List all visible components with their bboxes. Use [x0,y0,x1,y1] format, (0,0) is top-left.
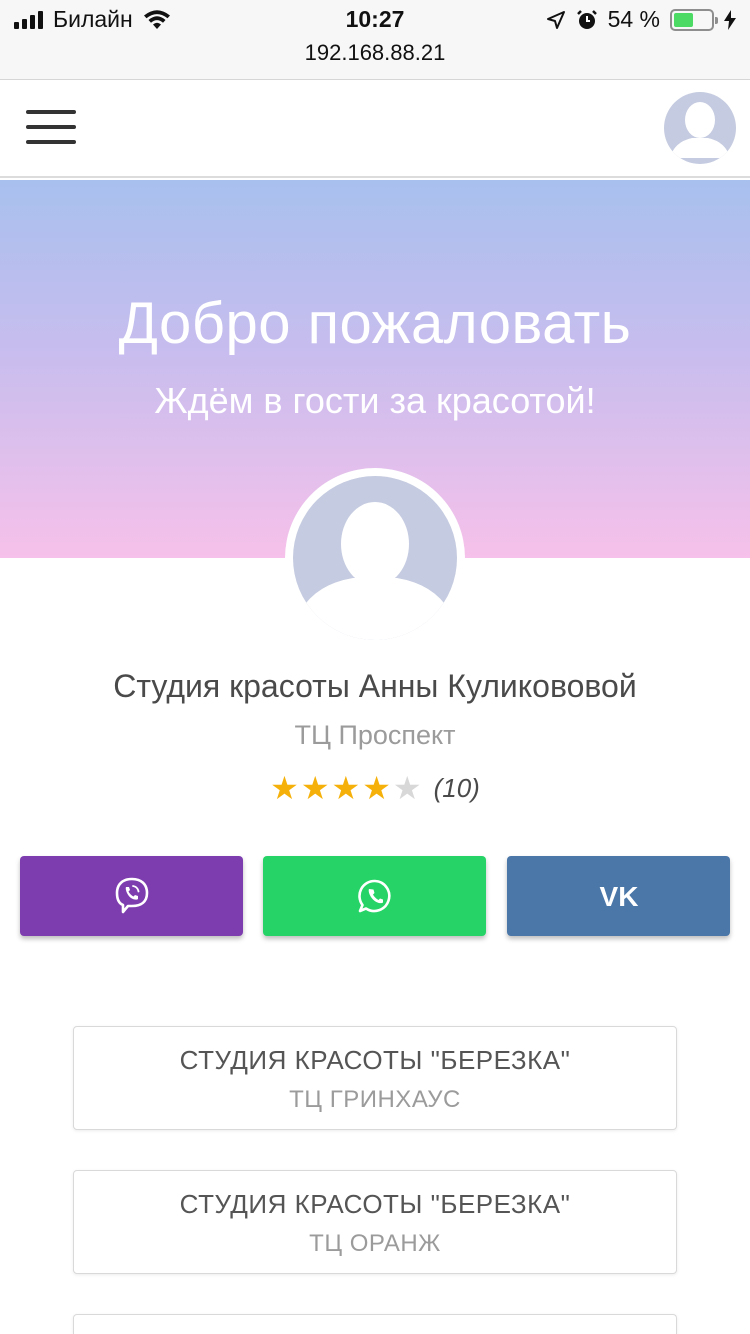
salon-location: ТЦ Проспект [294,720,456,750]
status-right: 54 % [546,6,736,33]
star-icon: ★ [362,770,391,806]
branch-card[interactable]: СТУДИЯ КРАСОТЫ "БЕРЕЗКА" ТЦ ГРИНХАУС [73,1026,677,1130]
star-icon: ★ [300,770,330,806]
person-silhouette-icon [293,502,457,640]
vk-icon: VK [599,882,638,910]
star-icon: ★ [392,770,422,806]
salon-avatar [285,468,465,648]
alarm-icon [576,9,597,29]
battery-percent: 54 % [607,6,660,32]
status-bar: Билайн 10:27 192.168.88.21 54 % [0,0,750,80]
vk-button[interactable]: VK [507,856,730,936]
charging-bolt-icon [724,9,736,30]
branch-card[interactable]: СТУДИЯ КРАСОТЫ "БЕРЕЗКА" ТЦ ОРАНЖ [73,1170,677,1274]
whatsapp-icon [357,879,391,913]
branch-location: ТЦ ОРАНЖ [309,1230,441,1257]
hamburger-menu-icon[interactable] [26,110,76,144]
app-header [0,80,750,178]
hero-title: Добро пожаловать [118,291,632,356]
rating: ★ ★ ★ ★ ★ (10) [0,770,750,806]
location-arrow-icon [546,10,565,29]
whatsapp-button[interactable] [263,856,486,936]
user-avatar[interactable] [664,92,736,164]
salon-name: Студия красоты Анны Куликововой [113,668,637,704]
person-silhouette-icon [670,102,730,158]
svg-text:VK: VK [599,882,638,910]
branch-name: СТУДИЯ КРАСОТЫ "БЕРЕЗКА" [179,1189,571,1219]
viber-icon [115,877,148,914]
branch-name: СТУДИЯ КРАСОТЫ "БЕРЕЗКА" [179,1045,571,1075]
rating-count: (10) [433,772,480,803]
viber-button[interactable] [20,856,243,936]
star-icon: ★ [331,770,361,806]
branch-location: ТЦ ГРИНХАУС [289,1086,461,1113]
hero-subtitle: Ждём в гости за красотой! [154,380,596,421]
star-icon: ★ [270,770,299,806]
branch-card[interactable] [73,1314,677,1334]
battery-icon [670,8,718,31]
address-bar-url[interactable]: 192.168.88.21 [0,40,750,66]
